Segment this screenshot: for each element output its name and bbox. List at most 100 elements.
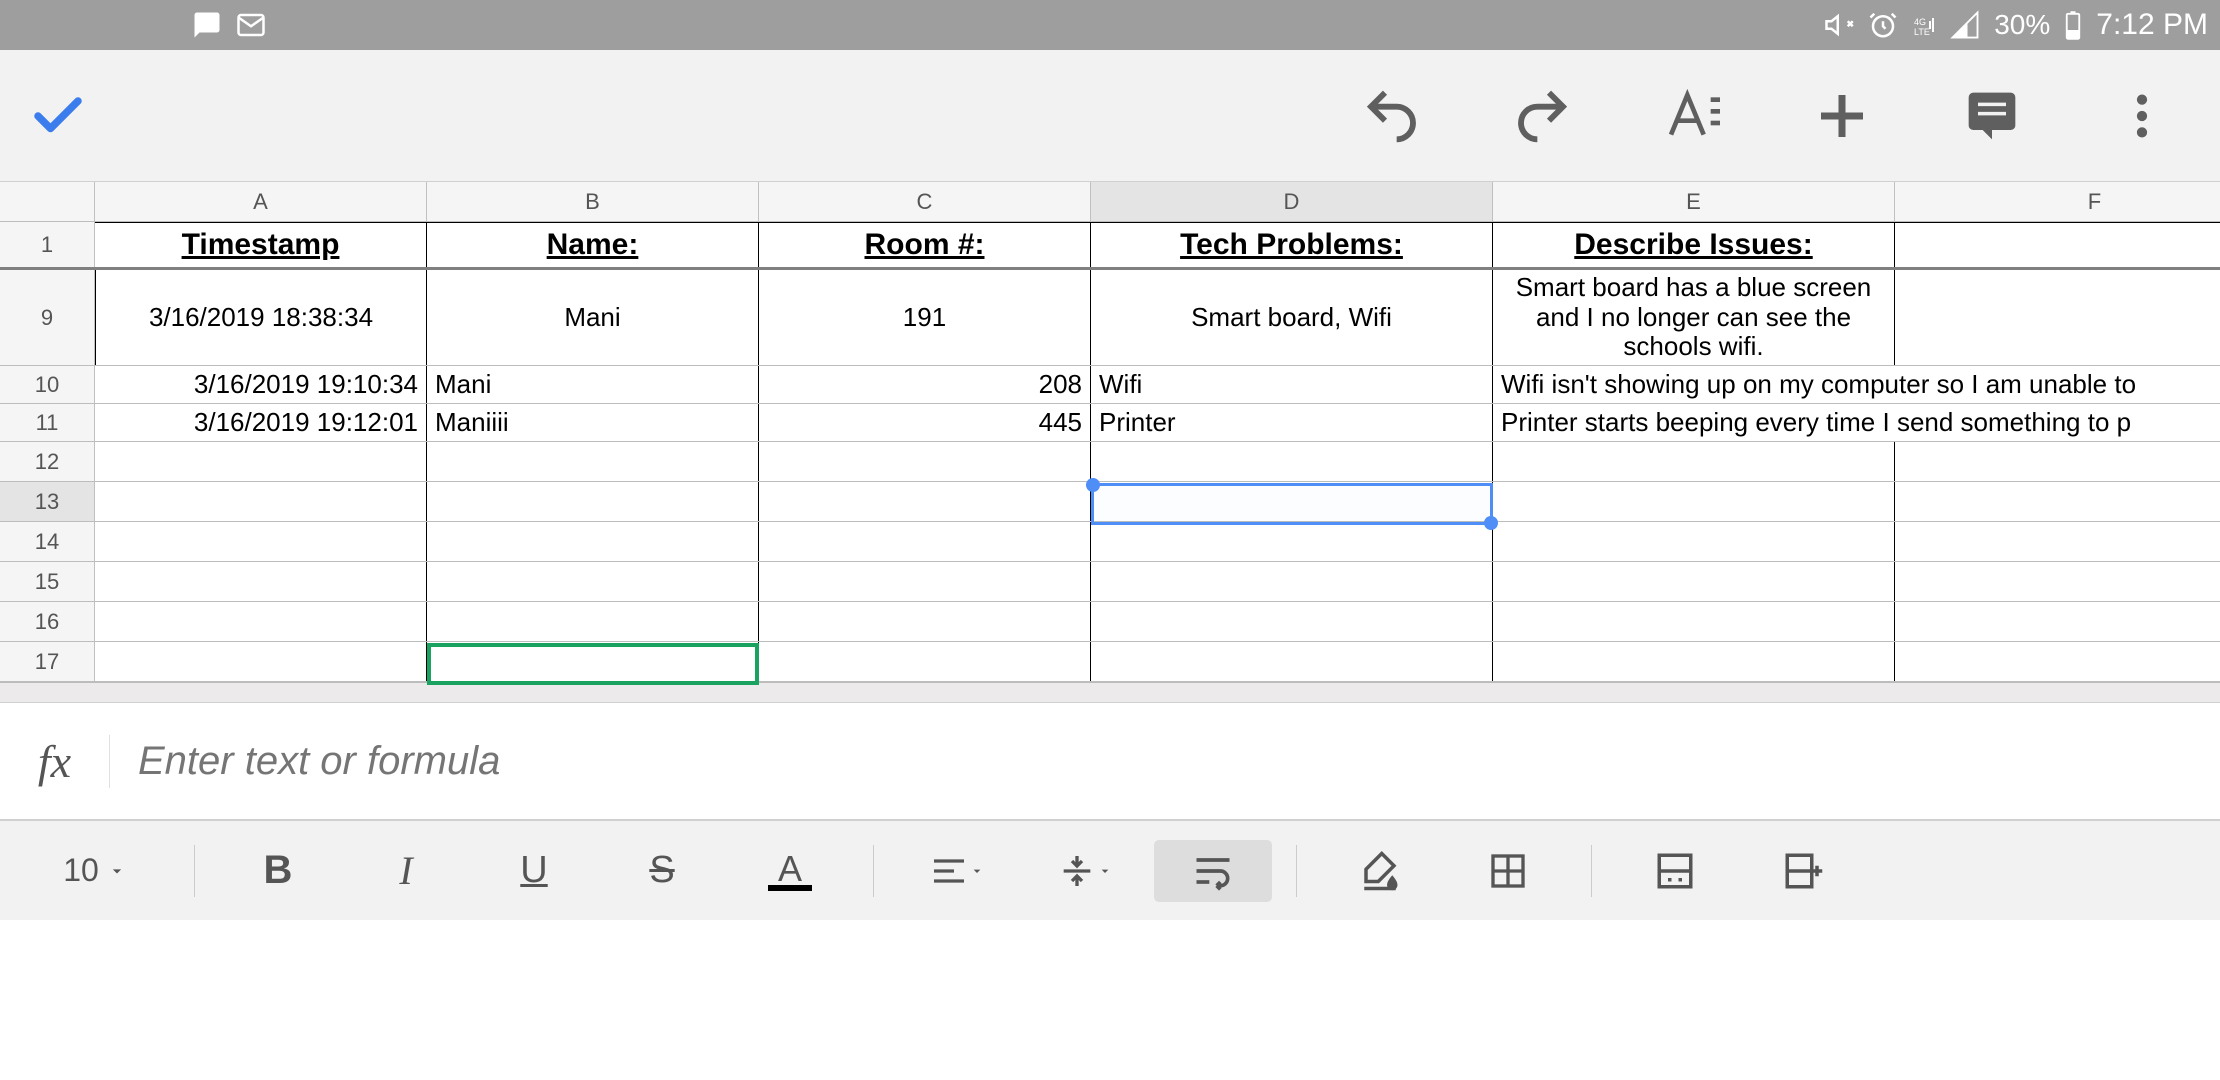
- col-head-E[interactable]: E: [1493, 182, 1895, 221]
- formula-input[interactable]: [110, 703, 2220, 819]
- cell-C10[interactable]: 208: [759, 366, 1091, 403]
- cell-C12[interactable]: [759, 442, 1091, 481]
- cell-C16[interactable]: [759, 602, 1091, 641]
- cell-F12[interactable]: [1895, 442, 2220, 481]
- cell-E14[interactable]: [1493, 522, 1895, 561]
- fill-color-button[interactable]: [1321, 840, 1439, 902]
- row-head-14[interactable]: 14: [0, 522, 95, 561]
- cell-E15[interactable]: [1493, 562, 1895, 601]
- col-head-F[interactable]: F: [1895, 182, 2220, 221]
- wrap-button[interactable]: [1154, 840, 1272, 902]
- undo-button[interactable]: [1362, 86, 1422, 146]
- header-timestamp[interactable]: Timestamp: [95, 222, 427, 267]
- row-head-12[interactable]: 12: [0, 442, 95, 481]
- cell-E9[interactable]: Smart board has a blue screen and I no l…: [1493, 270, 1895, 365]
- bold-button[interactable]: B: [219, 840, 337, 902]
- row-head-1[interactable]: 1: [0, 222, 95, 267]
- cell-C13[interactable]: [759, 482, 1091, 521]
- cell-B10[interactable]: Mani: [427, 366, 759, 403]
- cell-C9[interactable]: 191: [759, 270, 1091, 365]
- text-format-button[interactable]: [1662, 86, 1722, 146]
- cell-E11[interactable]: Printer starts beeping every time I send…: [1493, 404, 2139, 441]
- header-name[interactable]: Name:: [427, 222, 759, 267]
- cell-F9[interactable]: [1895, 270, 2220, 365]
- comment-button[interactable]: [1962, 86, 2022, 146]
- cell-B13[interactable]: [427, 482, 759, 521]
- row-head-17[interactable]: 17: [0, 642, 95, 681]
- more-button[interactable]: [2112, 86, 2172, 146]
- cell-D10[interactable]: Wifi: [1091, 366, 1493, 403]
- halign-button[interactable]: [898, 840, 1016, 902]
- alarm-icon: [1868, 10, 1898, 40]
- row-head-10[interactable]: 10: [0, 366, 95, 403]
- select-all-corner[interactable]: [0, 182, 95, 221]
- header-tech-problems[interactable]: Tech Problems:: [1091, 222, 1493, 267]
- cell-E17[interactable]: [1493, 642, 1895, 681]
- col-head-A[interactable]: A: [95, 182, 427, 221]
- italic-button[interactable]: I: [347, 840, 465, 902]
- cell-D16[interactable]: [1091, 602, 1493, 641]
- cell-E10[interactable]: Wifi isn't showing up on my computer so …: [1493, 366, 2144, 403]
- cell-F17[interactable]: [1895, 642, 2220, 681]
- cell-D14[interactable]: [1091, 522, 1493, 561]
- cell-F14[interactable]: [1895, 522, 2220, 561]
- cell-F11[interactable]: [2139, 404, 2220, 441]
- cell-B17[interactable]: [427, 642, 759, 681]
- accept-button[interactable]: [28, 86, 88, 146]
- cell-C14[interactable]: [759, 522, 1091, 561]
- cell-F10[interactable]: [2144, 366, 2220, 403]
- font-color-button[interactable]: A: [731, 840, 849, 902]
- cell-F13[interactable]: [1895, 482, 2220, 521]
- insert-button[interactable]: [1812, 86, 1872, 146]
- header-describe-issues[interactable]: Describe Issues:: [1493, 222, 1895, 267]
- cell-E13[interactable]: [1493, 482, 1895, 521]
- font-size-button[interactable]: 10: [20, 852, 170, 889]
- cell-B15[interactable]: [427, 562, 759, 601]
- cell-A9[interactable]: 3/16/2019 18:38:34: [95, 270, 427, 365]
- row-head-16[interactable]: 16: [0, 602, 95, 641]
- cell-A17[interactable]: [95, 642, 427, 681]
- cell-D17[interactable]: [1091, 642, 1493, 681]
- header-room[interactable]: Room #:: [759, 222, 1091, 267]
- col-head-B[interactable]: B: [427, 182, 759, 221]
- valign-button[interactable]: [1026, 840, 1144, 902]
- header-F[interactable]: [1895, 222, 2220, 267]
- col-head-C[interactable]: C: [759, 182, 1091, 221]
- cell-C17[interactable]: [759, 642, 1091, 681]
- cell-B11[interactable]: Maniiii: [427, 404, 759, 441]
- cell-A15[interactable]: [95, 562, 427, 601]
- cell-E12[interactable]: [1493, 442, 1895, 481]
- cell-D11[interactable]: Printer: [1091, 404, 1493, 441]
- cell-D13[interactable]: [1091, 482, 1493, 521]
- cell-A12[interactable]: [95, 442, 427, 481]
- redo-button[interactable]: [1512, 86, 1572, 146]
- row-head-15[interactable]: 15: [0, 562, 95, 601]
- insert-cells-button[interactable]: [1744, 840, 1862, 902]
- spreadsheet-grid[interactable]: 1 Timestamp Name: Room #: Tech Problems:…: [0, 222, 2220, 682]
- cell-B12[interactable]: [427, 442, 759, 481]
- cell-B16[interactable]: [427, 602, 759, 641]
- cell-B14[interactable]: [427, 522, 759, 561]
- strike-button[interactable]: S: [603, 840, 721, 902]
- cell-A16[interactable]: [95, 602, 427, 641]
- row-head-11[interactable]: 11: [0, 404, 95, 441]
- cell-D12[interactable]: [1091, 442, 1493, 481]
- cell-C15[interactable]: [759, 562, 1091, 601]
- borders-button[interactable]: [1449, 840, 1567, 902]
- cell-A11[interactable]: 3/16/2019 19:12:01: [95, 404, 427, 441]
- cell-D15[interactable]: [1091, 562, 1493, 601]
- underline-button[interactable]: U: [475, 840, 593, 902]
- cell-F16[interactable]: [1895, 602, 2220, 641]
- row-head-9[interactable]: 9: [0, 270, 95, 365]
- cell-F15[interactable]: [1895, 562, 2220, 601]
- cell-C11[interactable]: 445: [759, 404, 1091, 441]
- merge-button[interactable]: [1616, 840, 1734, 902]
- cell-D9[interactable]: Smart board, Wifi: [1091, 270, 1493, 365]
- col-head-D[interactable]: D: [1091, 182, 1493, 221]
- cell-E16[interactable]: [1493, 602, 1895, 641]
- cell-B9[interactable]: Mani: [427, 270, 759, 365]
- row-head-13[interactable]: 13: [0, 482, 95, 521]
- cell-A13[interactable]: [95, 482, 427, 521]
- cell-A14[interactable]: [95, 522, 427, 561]
- cell-A10[interactable]: 3/16/2019 19:10:34: [95, 366, 427, 403]
